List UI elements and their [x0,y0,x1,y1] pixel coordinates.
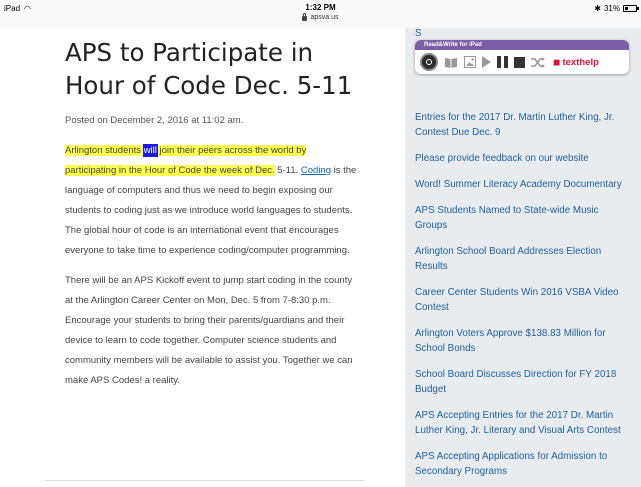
clock: 1:32 PM [305,3,336,12]
post-date: Posted on December 2, 2016 at 11:02 am. [65,115,244,126]
sidebar-news-link[interactable]: APS Accepting Entries for the 2017 Dr. M… [415,408,627,438]
sidebar-list: Entries for the 2017 Dr. Martin Luther K… [415,110,627,487]
paragraph-text: 5-11. [274,165,301,176]
dictionary-icon[interactable] [444,56,458,68]
readwrite-toolbar: Read&Write for iPad ◼ texthelp [415,40,629,74]
coding-link[interactable]: Coding [301,165,331,176]
toolbar-title: Read&Write for iPad [415,40,629,50]
article-paragraph-1: Arlington students will join their peers… [65,141,357,261]
stop-icon[interactable] [514,56,525,68]
battery-icon [623,5,639,12]
texthelp-logo: ◼ texthelp [553,57,599,68]
status-right: ✱ 31% [594,4,639,13]
highlighted-text: Arlington students [65,145,144,156]
texthelp-heart-icon: ◼ [553,56,561,67]
paragraph-text-cont: is the language of computers and thus we… [65,165,357,256]
sidebar-news-link[interactable]: Arlington Voters Approve $138.83 Million… [415,326,627,356]
article-title: APS to Participate in Hour of Code Dec. … [65,38,353,100]
sidebar-news-link[interactable]: Career Center Students Win 2016 VSBA Vid… [415,285,627,315]
divider [45,480,365,481]
sidebar-partial-item[interactable]: S [415,28,422,39]
picture-dictionary-icon[interactable] [464,56,476,68]
news-sidebar: S S Entries for the 2017 Dr. Martin Luth… [405,28,641,487]
texthelp-brand-text: texthelp [562,56,599,68]
url-text[interactable]: apsva.us [310,13,338,23]
status-center: 1:32 PM apsva.us [0,3,641,23]
battery-percent: 31% [603,4,620,13]
bluetooth-icon: ✱ [594,4,601,13]
readwrite-logo-button[interactable] [420,53,438,71]
toolbar-buttons: ◼ texthelp [415,50,629,74]
article-paragraph-2: There will be an APS Kickoff event to ju… [65,275,353,386]
pause-icon[interactable] [497,56,508,68]
sidebar-news-link[interactable]: School Board Discusses Direction for FY … [415,367,627,397]
lock-icon [302,12,308,21]
sidebar-news-link[interactable]: Please provide feedback on our website [415,151,627,166]
status-bar: iPad ◠ 1:32 PM apsva.us ✱ 31% [0,0,641,28]
shuffle-icon[interactable] [531,56,545,68]
article: APS to Participate in Hour of Code Dec. … [65,36,365,391]
spoken-word-highlight: will [142,144,158,157]
sidebar-news-link[interactable]: Arlington School Board Addresses Electio… [415,244,627,274]
address-bar[interactable]: apsva.us [0,12,641,23]
sidebar-news-link[interactable]: APS Students Named to State-wide Music G… [415,203,627,233]
sidebar-news-link[interactable]: Entries for the 2017 Dr. Martin Luther K… [415,110,627,140]
sidebar-news-link[interactable]: Word! Summer Literacy Academy Documentar… [415,177,627,192]
sidebar-news-link[interactable]: APS Accepting Applications for Admission… [415,449,627,479]
play-icon[interactable] [482,56,491,68]
